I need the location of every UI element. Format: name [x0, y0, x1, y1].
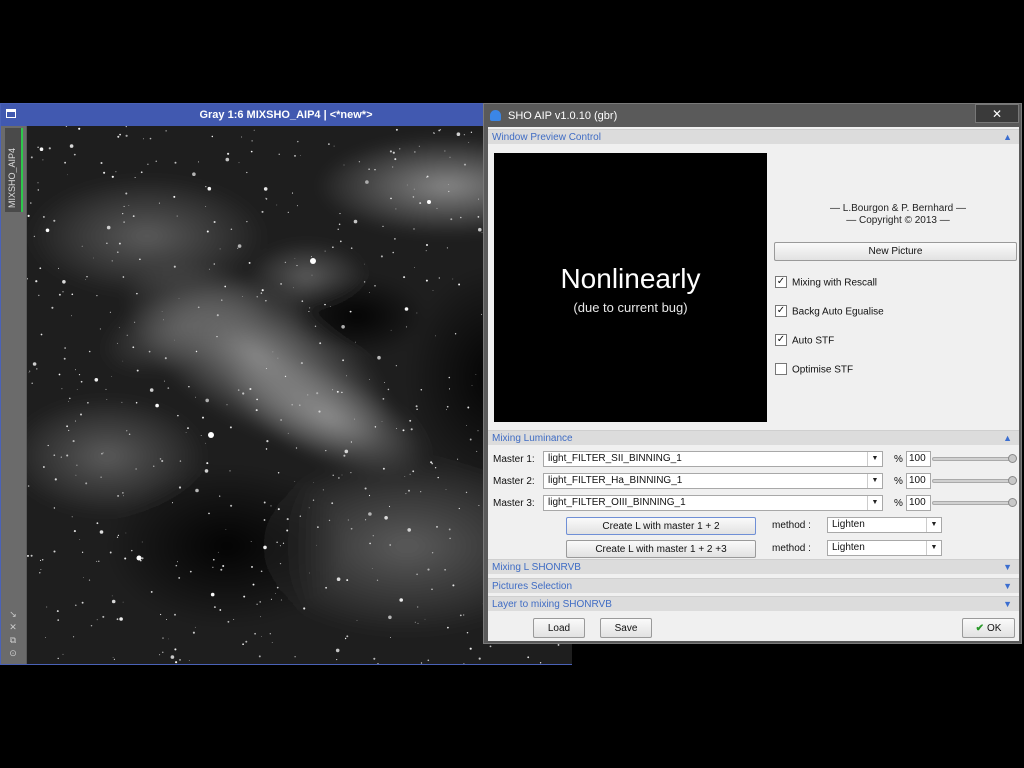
checkbox-auto-stf[interactable]: ✓ Auto STF — [775, 334, 835, 347]
checkbox-optimise-stf-box[interactable] — [775, 363, 787, 375]
save-button[interactable]: Save — [600, 618, 652, 638]
chevron-down-icon[interactable]: ▼ — [867, 496, 882, 510]
master-2-slider[interactable] — [932, 476, 1017, 485]
section-mixing-l-shonrvb-label: Mixing L SHONRVB — [492, 562, 581, 573]
image-window-title: Gray 1:6 MIXSHO_AIP4 | <*new*> — [199, 109, 373, 121]
master-1-label: Master 1: — [493, 454, 535, 465]
copy-icon[interactable]: ⧉ — [8, 635, 18, 645]
section-layer-mixing-label: Layer to mixing SHONRVB — [492, 599, 612, 610]
load-button[interactable]: Load — [533, 618, 585, 638]
chevron-down-icon[interactable]: ▼ — [867, 474, 882, 488]
check-icon: ✔ — [975, 623, 984, 634]
checkbox-label: Mixing with Rescall — [792, 277, 878, 289]
create-l-master-1-2-button[interactable]: Create L with master 1 + 2 — [566, 517, 756, 535]
preview-main-text: Nonlinearly — [560, 263, 701, 294]
method-label: method : — [772, 520, 811, 531]
checkbox-mixing-rescall[interactable]: ✓ Mixing with Rescall — [775, 276, 878, 289]
section-window-preview[interactable]: Window Preview Control ▲ — [488, 129, 1019, 144]
expand-down-icon[interactable]: ▼ — [1003, 579, 1012, 594]
method-1-select[interactable]: Lighten ▼ — [827, 517, 942, 533]
window-menu-icon[interactable] — [6, 109, 16, 118]
preview-pane[interactable]: Nonlinearly (due to current bug) — [494, 153, 767, 422]
section-pictures-selection-label: Pictures Selection — [492, 581, 573, 592]
new-picture-button[interactable]: New Picture — [774, 242, 1017, 261]
expand-down-icon[interactable]: ▼ — [1003, 560, 1012, 575]
close-button[interactable]: ✕ — [975, 104, 1019, 123]
checkbox-optimise-stf[interactable]: Optimise STF — [775, 363, 854, 376]
master-1-value: light_FILTER_SII_BINNING_1 — [548, 453, 682, 464]
sho-aip-dialog: SHO AIP v1.0.10 (gbr) ✕ Window Preview C… — [483, 103, 1022, 644]
create-l-master-1-2-3-button[interactable]: Create L with master 1 + 2 +3 — [566, 540, 756, 558]
section-mixing-l-shonrvb[interactable]: Mixing L SHONRVB ▼ — [488, 559, 1019, 574]
image-tab[interactable]: MIXSHO_AIP4 — [5, 128, 23, 212]
checkbox-backg-auto[interactable]: ✓ Backg Auto Egualise — [775, 305, 884, 318]
collapse-up-icon[interactable]: ▲ — [1003, 130, 1012, 145]
section-mixing-luminance-label: Mixing Luminance — [492, 433, 573, 444]
slider-thumb[interactable] — [1008, 498, 1017, 507]
method-1-value: Lighten — [832, 519, 865, 530]
close-icon[interactable]: ✕ — [8, 622, 18, 632]
checkbox-mixing-rescall-box[interactable]: ✓ — [775, 276, 787, 288]
master-1-percent-input[interactable]: 100 — [906, 451, 931, 467]
credit-authors: — L.Bourgon & P. Bernhard — — [829, 203, 966, 214]
method-2-value: Lighten — [832, 542, 865, 553]
method-label: method : — [772, 543, 811, 554]
chevron-down-icon[interactable]: ▼ — [867, 452, 882, 466]
section-window-preview-label: Window Preview Control — [492, 132, 601, 143]
method-2-select[interactable]: Lighten ▼ — [827, 540, 942, 556]
section-layer-mixing[interactable]: Layer to mixing SHONRVB ▼ — [488, 596, 1019, 611]
app-icon — [490, 110, 501, 121]
master-2-select[interactable]: light_FILTER_Ha_BINNING_1 ▼ — [543, 473, 883, 489]
ok-button[interactable]: ✔ OK — [962, 618, 1015, 638]
checkbox-auto-stf-box[interactable]: ✓ — [775, 334, 787, 346]
expand-down-icon[interactable]: ▼ — [1003, 597, 1012, 612]
slider-thumb[interactable] — [1008, 454, 1017, 463]
master-3-percent-input[interactable]: 100 — [906, 495, 931, 511]
credit-copyright: — Copyright © 2013 — — [846, 215, 950, 226]
arrow-icon[interactable]: ↘ — [8, 609, 18, 619]
preview-sub-text: (due to current bug) — [573, 300, 688, 315]
percent-symbol: % — [894, 498, 903, 509]
collapse-up-icon[interactable]: ▲ — [1003, 431, 1012, 446]
master-1-select[interactable]: light_FILTER_SII_BINNING_1 ▼ — [543, 451, 883, 467]
image-tab-label: MIXSHO_AIP4 — [7, 147, 17, 208]
master-3-value: light_FILTER_OIII_BINNING_1 — [548, 497, 686, 508]
master-3-slider[interactable] — [932, 498, 1017, 507]
chevron-down-icon[interactable]: ▼ — [926, 518, 941, 532]
percent-symbol: % — [894, 476, 903, 487]
master-2-value: light_FILTER_Ha_BINNING_1 — [548, 475, 683, 486]
master-2-label: Master 2: — [493, 476, 535, 487]
percent-symbol: % — [894, 454, 903, 465]
checkbox-label: Backg Auto Egualise — [792, 306, 884, 318]
settings-icon[interactable]: ⊙ — [8, 648, 18, 658]
chevron-down-icon[interactable]: ▼ — [926, 541, 941, 555]
section-pictures-selection[interactable]: Pictures Selection ▼ — [488, 578, 1019, 593]
checkbox-backg-auto-box[interactable]: ✓ — [775, 305, 787, 317]
dialog-title: SHO AIP v1.0.10 (gbr) — [508, 110, 618, 122]
master-2-percent-input[interactable]: 100 — [906, 473, 931, 489]
checkbox-label: Optimise STF — [792, 364, 854, 376]
master-3-select[interactable]: light_FILTER_OIII_BINNING_1 ▼ — [543, 495, 883, 511]
dialog-titlebar[interactable]: SHO AIP v1.0.10 (gbr) ✕ — [484, 104, 1021, 126]
master-3-label: Master 3: — [493, 498, 535, 509]
image-window-sidebar: MIXSHO_AIP4 ↘ ✕ ⧉ ⊙ — [1, 126, 26, 664]
master-1-slider[interactable] — [932, 454, 1017, 463]
dialog-body: Window Preview Control ▲ Nonlinearly (du… — [488, 127, 1019, 641]
ok-label: OK — [986, 623, 1002, 634]
slider-thumb[interactable] — [1008, 476, 1017, 485]
checkbox-label: Auto STF — [792, 335, 835, 347]
section-mixing-luminance[interactable]: Mixing Luminance ▲ — [488, 430, 1019, 445]
